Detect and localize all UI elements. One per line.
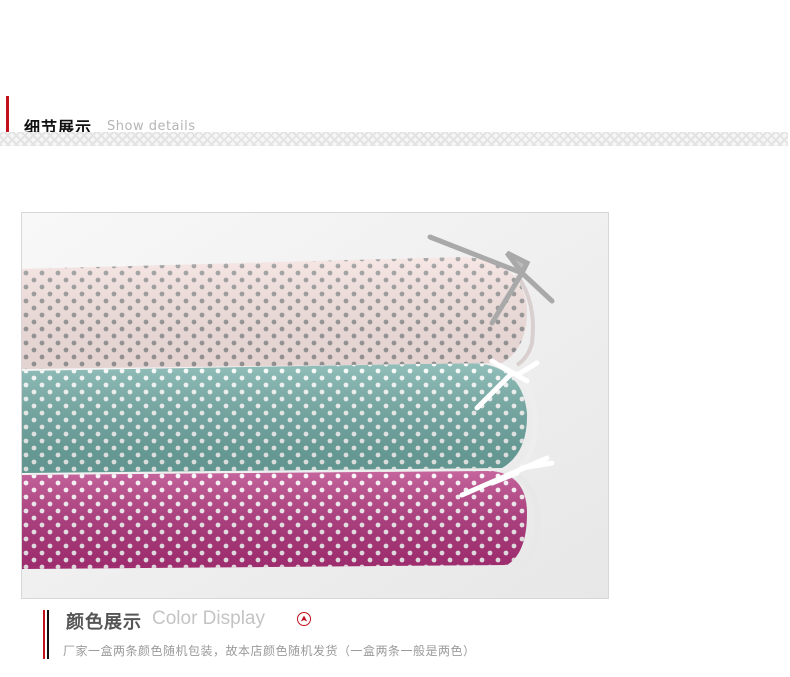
header-accent-bar: [6, 96, 9, 133]
color-display-section: 颜色展示 Color Display 厂家一盒两条颜色随机包装，故本店颜色随机发…: [0, 607, 790, 667]
color-accent-bar-black: [47, 610, 49, 659]
color-section-subtitle: Color Display: [152, 608, 265, 629]
detail-section-header: 细节展示 Show details: [0, 96, 790, 151]
up-arrow-circle-icon[interactable]: [297, 612, 311, 626]
magenta-fabric: [22, 471, 541, 569]
color-section-title: 颜色展示: [66, 612, 142, 633]
color-random-note: 厂家一盒两条颜色随机包装，故本店颜色随机发货（一盒两条一般是两色）: [63, 644, 476, 658]
teal-fabric: [22, 363, 538, 473]
header-pattern-strip: [0, 132, 788, 146]
pink-fabric: [22, 257, 535, 369]
product-detail-photo: [21, 212, 609, 599]
color-accent-bar-red: [43, 610, 45, 659]
